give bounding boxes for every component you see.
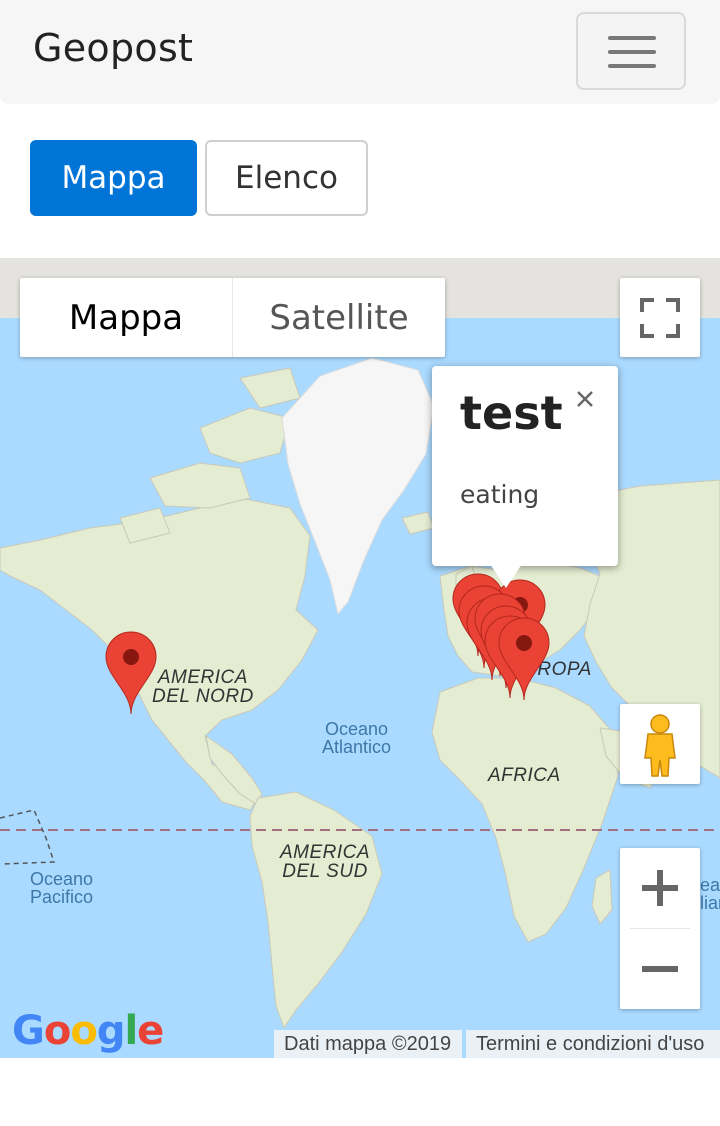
map-canvas[interactable]: AMERICA DEL NORD AMERICA DEL SUD AFRICA … [0,258,720,1058]
zoom-in-button[interactable] [620,848,700,928]
fullscreen-button[interactable] [620,278,700,357]
minus-icon [642,966,678,972]
map-view-button[interactable]: Mappa [30,140,197,216]
street-view-button[interactable] [620,704,700,784]
map-data-attribution: Dati mappa ©2019 [274,1030,462,1058]
street-view-pegman-icon [644,714,676,777]
terms-of-use-link[interactable]: Termini e condizioni d'uso [466,1030,720,1058]
plus-icon [642,870,678,906]
brand-title[interactable]: Geopost [33,26,193,70]
map-type-control: Mappa Satellite [20,278,445,357]
fullscreen-icon [640,298,680,338]
zoom-out-button[interactable] [620,929,700,1009]
infowindow-body: eating [460,480,540,509]
marker-infowindow: test eating [432,366,618,566]
infowindow-tail [490,564,522,588]
map-marker[interactable] [105,631,157,715]
navbar: Geopost [0,0,720,104]
close-icon[interactable] [572,386,598,412]
google-logo[interactable]: Google [12,1008,164,1054]
menu-toggle-button[interactable] [576,12,686,90]
infowindow-title: test [460,386,563,440]
map-type-satellite-button[interactable]: Satellite [232,278,445,357]
list-view-button[interactable]: Elenco [205,140,368,216]
zoom-control [620,848,700,1009]
map-type-map-button[interactable]: Mappa [20,278,232,357]
